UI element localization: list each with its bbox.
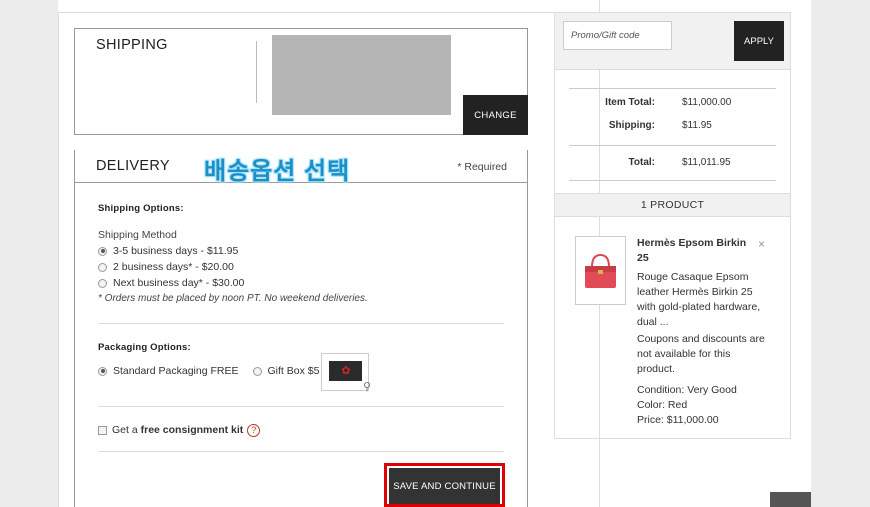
divider [569,145,776,146]
radio-checked-icon[interactable] [98,366,107,376]
product-panel: Hermès Epsom Birkin 25 × Rouge Casaque E… [554,217,791,439]
gift-box-label[interactable]: Gift Box $5 [268,365,320,377]
remove-product-icon[interactable]: × [758,237,765,251]
product-price: Price: $11,000.00 [637,414,719,426]
shipping-method-option[interactable]: Next business day* - $30.00 [98,275,504,291]
save-button-highlight: SAVE AND CONTINUE [384,463,505,507]
shipping-value: $11.95 [682,120,712,131]
save-and-continue-button[interactable]: SAVE AND CONTINUE [389,468,500,504]
gift-box-image: ✿ [329,361,362,381]
top-border [58,12,600,13]
radio-icon[interactable] [98,278,107,288]
left-border [58,12,59,507]
divider [98,323,504,324]
packaging-options: Packaging Options: Standard Packaging FR… [98,342,504,393]
shipping-title: SHIPPING [96,37,168,53]
divider [98,406,504,407]
shipping-options: Shipping Options: Shipping Method 3-5 bu… [98,203,504,304]
zoom-icon[interactable]: ⚲ [363,380,371,393]
shipping-address-redacted [272,35,451,115]
shipping-options-label: Shipping Options: [98,203,184,214]
consignment-prefix: Get a [112,424,141,436]
delivery-section: DELIVERY 배송옵션 선택 * Required Shipping Opt… [74,150,528,507]
shipping-method-label-1: 2 business days* - $20.00 [113,261,234,273]
order-totals: Item Total: $11,000.00 Shipping: $11.95 … [554,70,791,193]
coupon-note: Coupons and discounts are not available … [637,333,765,375]
product-condition: Condition: Very Good [637,384,737,396]
standard-packaging-label[interactable]: Standard Packaging FREE [113,365,239,377]
delivery-title: DELIVERY [96,158,170,174]
consignment-option[interactable]: Get a free consignment kit ? [98,422,504,438]
apply-button[interactable]: APPLY [734,21,784,61]
delivery-annotation: 배송옵션 선택 [204,158,351,185]
shipping-label: Shipping: [608,120,655,131]
shipping-method-option[interactable]: 2 business days* - $20.00 [98,259,504,275]
total-label: Total: [628,157,655,168]
shipping-method-label-2: Next business day* - $30.00 [113,277,245,289]
gift-box-thumbnail[interactable]: ✿ ⚲ [321,353,371,393]
shipping-method-label-0: 3-5 business days - $11.95 [113,245,239,257]
divider [98,451,504,452]
divider [569,88,776,89]
help-icon[interactable]: ? [247,423,261,437]
promo-panel: Promo/Gift code APPLY [554,12,791,70]
product-image[interactable] [575,236,626,305]
handbag-icon [585,253,616,288]
change-button[interactable]: CHANGE [463,95,528,135]
radio-icon[interactable] [98,262,107,272]
radio-checked-icon[interactable] [98,246,107,256]
corner-widget [770,492,811,507]
checkbox-icon[interactable] [98,425,107,435]
consignment-kit-label: free consignment kit [140,424,244,436]
product-count-header: 1 PRODUCT [554,193,791,217]
packaging-options-label: Packaging Options: [98,342,191,353]
promo-code-input[interactable]: Promo/Gift code [563,21,672,50]
required-note: * Required [457,161,507,173]
ribbon-bow-icon: ✿ [341,365,351,377]
item-total-value: $11,000.00 [682,97,732,108]
checkout-page: SHIPPING CHANGE DELIVERY 배송옵션 선택 * Requi… [58,0,811,507]
total-value: $11,011.95 [682,157,731,168]
product-description: Rouge Casaque Epsom leather Hermès Birki… [637,271,761,328]
delivery-header: DELIVERY 배송옵션 선택 * Required [75,150,527,185]
shipping-method-label: Shipping Method [98,229,177,241]
product-name[interactable]: Hermès Epsom Birkin 25 [637,236,757,266]
divider [569,180,776,181]
packaging-row: Standard Packaging FREE Gift Box $5 [98,363,504,379]
radio-icon[interactable] [252,366,262,376]
item-total-label: Item Total: [605,97,655,108]
shipping-section: SHIPPING CHANGE [74,28,528,135]
shipping-method-option[interactable]: 3-5 business days - $11.95 [98,243,504,259]
product-color: Color: Red [637,399,688,411]
shipping-note: * Orders must be placed by noon PT. No w… [98,293,368,304]
shipping-divider [256,41,257,103]
consignment-row: Get a free consignment kit ? [98,422,504,438]
